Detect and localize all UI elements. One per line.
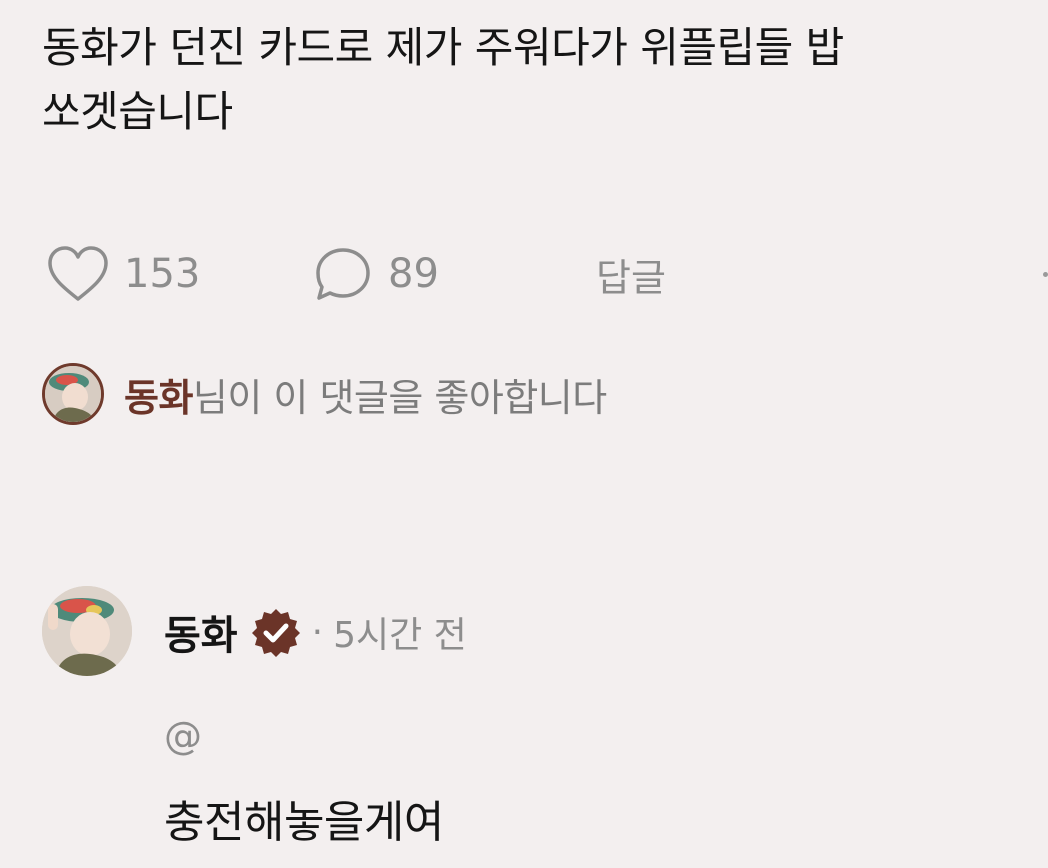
comment-timestamp: 5시간 전 (333, 615, 467, 656)
comment-header: 동화 · 5시간 전 (164, 604, 467, 660)
post-text: 동화가 던진 카드로 제가 주워다가 위플립들 밥 쏘겟습니다 (42, 23, 844, 136)
comment-separator: · (311, 611, 324, 653)
action-bar: 153 89 답글 (0, 242, 1048, 306)
liked-by-row: 동화님이 이 댓글을 좋아합니다 (42, 360, 607, 428)
comment-author-avatar[interactable] (42, 586, 132, 676)
reply-button[interactable]: 답글 (596, 242, 666, 306)
liker-name[interactable]: 동화 (124, 376, 193, 420)
like-button[interactable]: 153 (46, 242, 200, 306)
liker-avatar[interactable] (42, 363, 104, 425)
comment-author-name[interactable]: 동화 (164, 603, 238, 661)
speech-bubble-icon (314, 245, 372, 303)
liked-by-suffix: 님이 이 댓글을 좋아합니다 (192, 375, 607, 420)
verified-badge-icon (250, 606, 302, 658)
comment-body: 충전해놓을게여 (164, 797, 444, 848)
more-dot-icon[interactable] (1043, 272, 1048, 277)
liked-by-text: 동화님이 이 댓글을 좋아합니다 (124, 367, 607, 422)
comment-mention[interactable]: @ (164, 714, 202, 758)
comment-count: 89 (388, 251, 439, 297)
like-count: 153 (124, 251, 201, 297)
heart-outline-icon (46, 244, 110, 304)
comment-button[interactable]: 89 (314, 242, 439, 306)
